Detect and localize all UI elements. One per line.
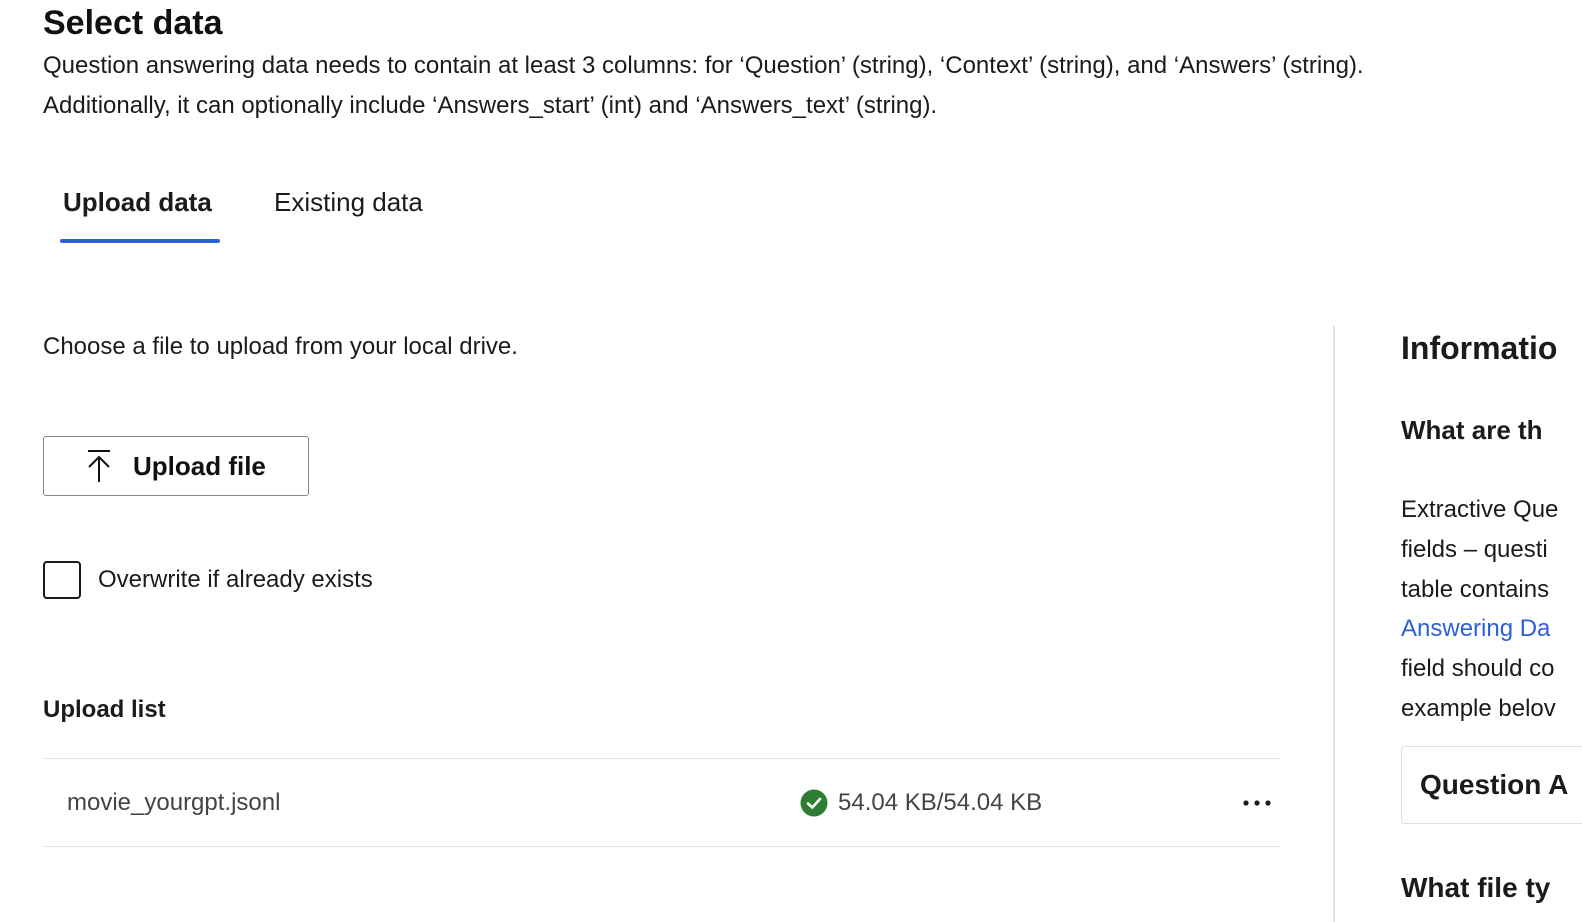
example-table-column-header: Question A: [1420, 769, 1569, 800]
info-text-line: Extractive Que: [1401, 496, 1559, 523]
page-title: Select data: [43, 4, 223, 42]
info-file-type-heading: What file ty: [1401, 872, 1551, 903]
example-table: Question A: [1401, 746, 1582, 824]
overwrite-label: Overwrite if already exists: [98, 566, 373, 593]
information-panel: Informatio What are th Extractive Que fi…: [1401, 326, 1582, 922]
info-panel-title: Informatio: [1401, 330, 1558, 366]
info-text-line: example belov: [1401, 694, 1556, 722]
info-text-line: table contains: [1401, 575, 1550, 603]
info-doc-link[interactable]: Answering Da: [1401, 609, 1558, 649]
info-paragraph: Extractive Que fields – questi table con…: [1401, 490, 1558, 729]
upload-file-label: Upload file: [133, 450, 266, 481]
info-question-heading: What are th: [1401, 415, 1543, 445]
overwrite-checkbox[interactable]: [43, 561, 81, 599]
page-description: Question answering data needs to contain…: [43, 46, 1573, 126]
description-line: Additionally, it can optionally include …: [43, 92, 938, 119]
active-tab-indicator: [60, 239, 220, 243]
upload-instruction: Choose a file to upload from your local …: [43, 333, 518, 360]
upload-status: 54.04 KB/54.04 KB: [800, 785, 1042, 821]
overwrite-option[interactable]: Overwrite if already exists: [43, 560, 373, 600]
upload-file-button[interactable]: Upload file: [43, 436, 309, 496]
upload-list-title: Upload list: [43, 696, 166, 723]
info-text-line: fields – questi: [1401, 535, 1548, 563]
success-check-icon: [800, 789, 828, 817]
file-size-progress: 54.04 KB/54.04 KB: [838, 789, 1043, 816]
description-line: Question answering data needs to contain…: [43, 52, 1364, 79]
tab-existing-data[interactable]: Existing data: [271, 180, 426, 224]
upload-arrow-icon: [84, 449, 114, 483]
more-options-icon[interactable]: [1239, 785, 1275, 821]
panel-divider: [1333, 326, 1335, 922]
list-item: movie_yourgpt.jsonl 54.04 KB/54.04 KB: [43, 759, 1280, 847]
file-name: movie_yourgpt.jsonl: [67, 789, 281, 816]
tab-upload-data[interactable]: Upload data: [60, 180, 215, 224]
info-text-line: field should co: [1401, 655, 1555, 683]
